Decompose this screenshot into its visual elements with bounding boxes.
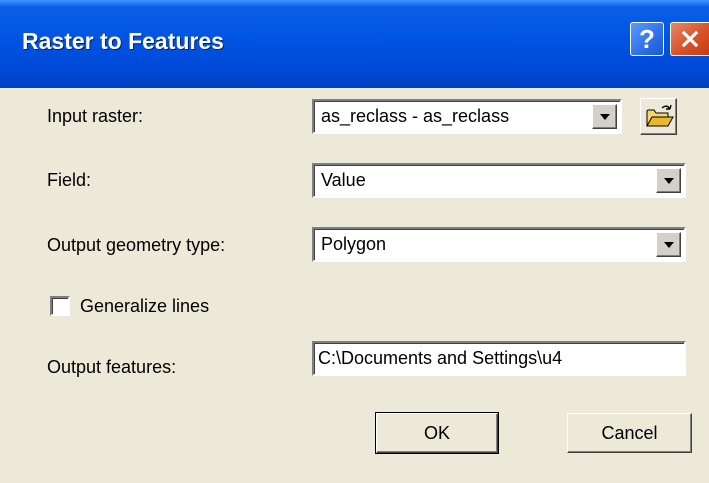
input-raster-label: Input raster: [47, 106, 144, 126]
field-dropdown-button[interactable] [656, 168, 681, 193]
chevron-down-icon [664, 242, 674, 248]
browse-button[interactable] [640, 98, 677, 135]
generalize-lines-label[interactable]: Generalize lines [80, 296, 209, 317]
ok-label: OK [423, 422, 450, 443]
cancel-button[interactable]: Cancel [567, 413, 692, 453]
field-value: Value [321, 170, 366, 190]
geometry-type-dropdown-button[interactable] [656, 232, 681, 257]
input-raster-value: as_reclass - as_reclass [321, 106, 510, 126]
geometry-type-label: Output geometry type: [47, 235, 226, 255]
cancel-label: Cancel [601, 422, 658, 443]
help-icon: ? [639, 23, 655, 54]
dialog-window: Raster to Features ? Input raster: as_re… [0, 0, 709, 483]
output-features-value: C:\Documents and Settings\u4 [318, 348, 563, 368]
input-raster-combo[interactable]: as_reclass - as_reclass [312, 99, 622, 134]
chevron-down-icon [664, 178, 674, 184]
title-bar[interactable]: Raster to Features ? [0, 0, 709, 88]
chevron-down-icon [600, 114, 610, 120]
output-features-input[interactable]: C:\Documents and Settings\u4 [312, 341, 686, 376]
field-label: Field: [47, 170, 92, 190]
dialog-title: Raster to Features [22, 28, 224, 54]
ok-button[interactable]: OK [375, 412, 499, 454]
geometry-type-value: Polygon [321, 234, 387, 254]
help-button[interactable]: ? [630, 22, 664, 56]
input-raster-dropdown-button[interactable] [592, 104, 617, 129]
close-icon [681, 30, 699, 48]
geometry-type-combo[interactable]: Polygon [312, 227, 686, 262]
generalize-lines-checkbox[interactable] [50, 296, 70, 316]
output-features-label: Output features: [47, 357, 177, 377]
open-folder-icon [646, 104, 674, 127]
close-button[interactable] [670, 22, 709, 56]
field-combo[interactable]: Value [312, 163, 686, 198]
